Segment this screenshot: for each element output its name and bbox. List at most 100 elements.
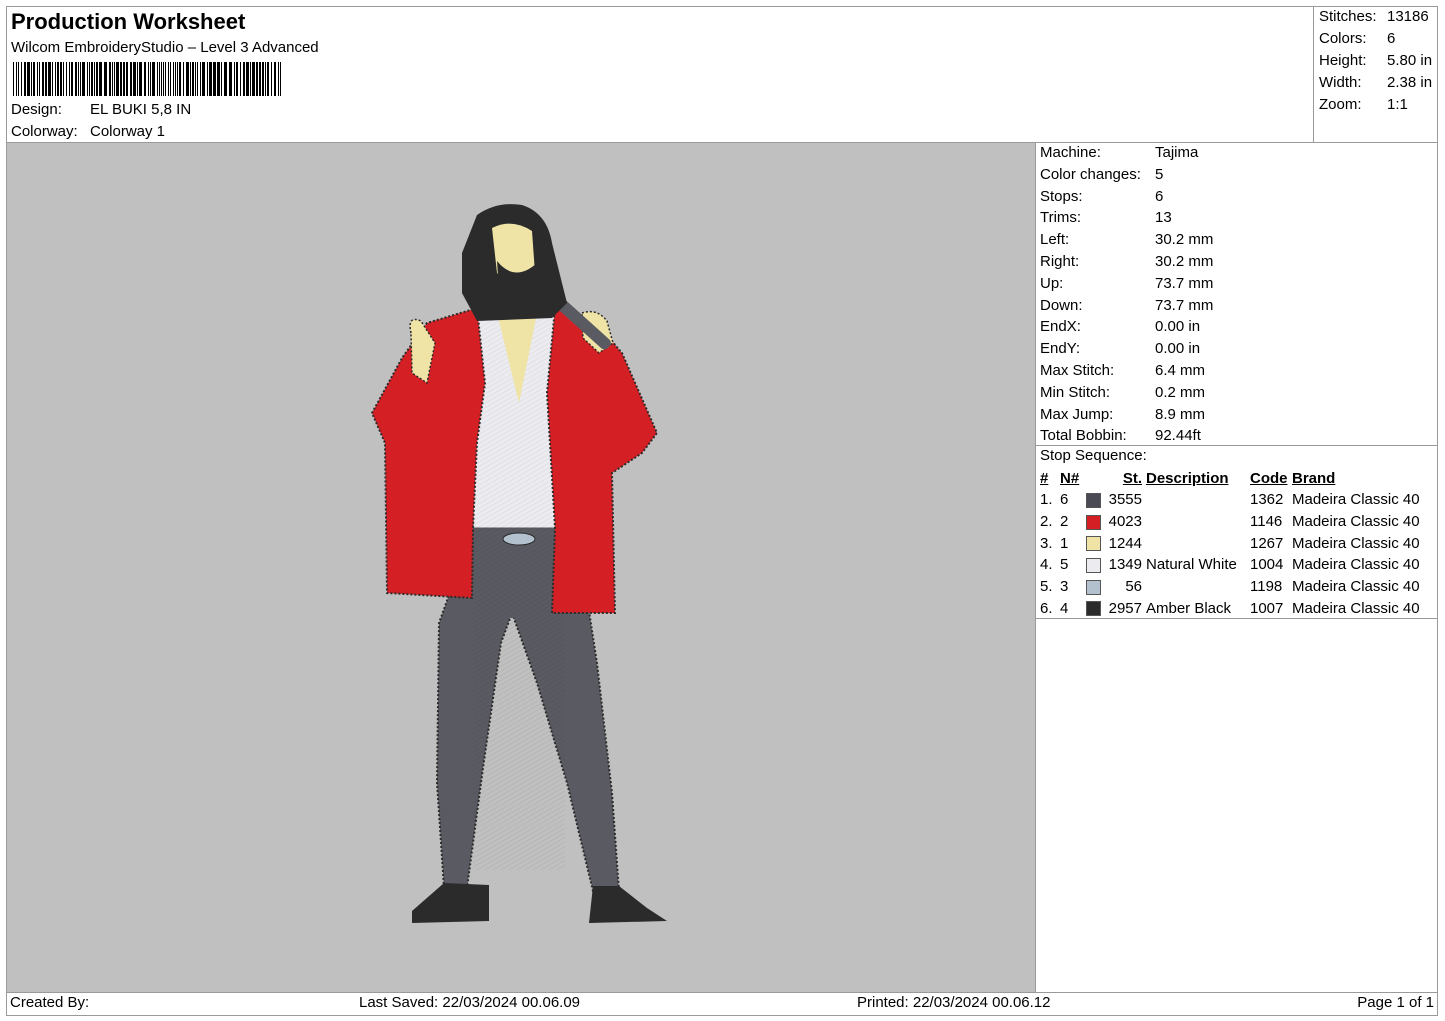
left-shoe	[412, 883, 489, 923]
machine-info-row: Total Bobbin: 92.44ft	[1040, 427, 1201, 444]
barcode-bar	[69, 62, 70, 96]
needle-number: 4	[1060, 599, 1069, 617]
stop-sequence-heading: Stop Sequence:	[1040, 447, 1147, 464]
row-number: 6.	[1040, 599, 1053, 617]
barcode-bar	[24, 62, 26, 96]
info-value: 8.9 mm	[1155, 405, 1206, 423]
color-swatch	[1086, 536, 1101, 552]
barcode-bar	[197, 62, 198, 96]
row-number: 2.	[1040, 513, 1053, 531]
barcode-bar	[236, 62, 238, 96]
page-number: Page 1 of 1	[1357, 994, 1434, 1011]
barcode-bar	[60, 62, 62, 96]
stat-row: Colors: 6	[1319, 30, 1395, 47]
barcode	[13, 62, 281, 96]
barcode-bar	[112, 62, 113, 96]
barcode-bar	[109, 62, 111, 96]
barcode-bar	[130, 62, 132, 96]
barcode-bar	[21, 62, 22, 96]
barcode-bar	[224, 62, 227, 96]
barcode-bar	[240, 62, 241, 96]
divider	[1036, 445, 1437, 446]
barcode-bar	[114, 62, 115, 96]
info-label: Left:	[1040, 231, 1070, 249]
table-row: 6. 4 2957 Amber Black 1007 Madeira Classic 40	[1038, 597, 1422, 619]
barcode-bar	[200, 62, 201, 96]
stitch-count: 4023	[1108, 513, 1142, 531]
barcode-bar	[71, 62, 73, 96]
color-swatch	[1086, 514, 1101, 530]
thread-brand: Madeira Classic 40	[1292, 599, 1420, 617]
col-needle: N#	[1060, 470, 1080, 487]
needle-number: 6	[1060, 491, 1069, 509]
barcode-bar	[173, 62, 174, 96]
thread-description: Amber Black	[1146, 599, 1232, 617]
thread-description	[1144, 489, 1248, 511]
color-swatch-cell	[1084, 554, 1106, 576]
barcode-bar	[39, 62, 40, 96]
thread-code: 1267	[1250, 534, 1284, 552]
machine-info-row: Color changes: 5	[1040, 166, 1163, 183]
color-swatch	[1086, 579, 1101, 595]
barcode-bar	[183, 62, 184, 96]
stitch-count: 1349	[1108, 556, 1142, 574]
table-row: 3. 1 1244 1267 Madeira Classic 40	[1038, 532, 1422, 554]
stat-value: 6	[1387, 30, 1396, 47]
info-value: 6.4 mm	[1155, 362, 1206, 379]
stitch-count: 56	[1125, 578, 1142, 596]
thread-code: 1004	[1250, 556, 1284, 574]
barcode-bar	[243, 62, 245, 96]
stitch-count: 2957	[1108, 599, 1142, 617]
col-stitches: St.	[1122, 470, 1142, 487]
stat-row: Height: 5.80 in	[1319, 52, 1432, 69]
barcode-bar	[234, 62, 235, 96]
barcode-bar	[262, 62, 264, 96]
machine-info-panel: Machine: Tajima Color changes: 5 Stops: 6 Trim…	[1036, 143, 1437, 992]
barcode-bar	[78, 62, 79, 96]
info-value: Tajima	[1155, 144, 1199, 161]
barcode-bar	[80, 62, 81, 96]
info-label: Total Bobbin:	[1040, 427, 1127, 445]
barcode-bar	[52, 62, 53, 96]
barcode-bar	[75, 62, 77, 96]
software-name: Wilcom EmbroideryStudio – Level 3 Advanc…	[11, 39, 319, 56]
stop-sequence-table: # N# St. Description Code Brand 1. 6 3555 1…	[1038, 468, 1422, 619]
barcode-bar	[18, 62, 19, 96]
page-title: Production Worksheet	[11, 9, 246, 34]
machine-info-row: EndY: 0.00 in	[1040, 340, 1200, 357]
barcode-bar	[252, 62, 255, 96]
design-row: Design: EL BUKI 5,8 IN	[11, 101, 191, 118]
barcode-bar	[271, 62, 272, 96]
barcode-bar	[274, 62, 276, 96]
barcode-bar	[126, 62, 128, 96]
barcode-bar	[133, 62, 136, 96]
barcode-bar	[192, 62, 194, 96]
divider	[1036, 618, 1437, 619]
thread-code: 1007	[1250, 599, 1284, 617]
stat-value: 5.80 in	[1387, 52, 1433, 69]
info-label: Machine:	[1040, 144, 1101, 161]
barcode-bar	[250, 62, 251, 96]
machine-info-row: Max Stitch: 6.4 mm	[1040, 362, 1205, 379]
row-number: 3.	[1040, 534, 1053, 552]
barcode-bar	[82, 62, 85, 96]
stitch-count: 3555	[1108, 491, 1142, 509]
barcode-bar	[150, 62, 151, 96]
needle-number: 2	[1060, 513, 1069, 531]
machine-info-row: Left: 30.2 mm	[1040, 231, 1213, 248]
barcode-bar	[159, 62, 160, 96]
color-swatch	[1086, 557, 1101, 573]
info-label: EndX:	[1040, 318, 1081, 336]
barcode-bar	[213, 62, 216, 96]
stat-label: Width:	[1319, 74, 1362, 91]
machine-info-row: Down: 73.7 mm	[1040, 297, 1213, 314]
thread-description	[1144, 511, 1248, 533]
thread-brand: Madeira Classic 40	[1292, 534, 1420, 552]
stat-value: 2.38 in	[1387, 74, 1433, 91]
barcode-bar	[163, 62, 164, 96]
table-row: 1. 6 3555 1362 Madeira Classic 40	[1038, 489, 1422, 511]
info-value: 30.2 mm	[1155, 253, 1214, 270]
info-label: Max Stitch:	[1040, 362, 1115, 379]
barcode-bar	[45, 62, 47, 96]
barcode-bar	[96, 62, 98, 96]
